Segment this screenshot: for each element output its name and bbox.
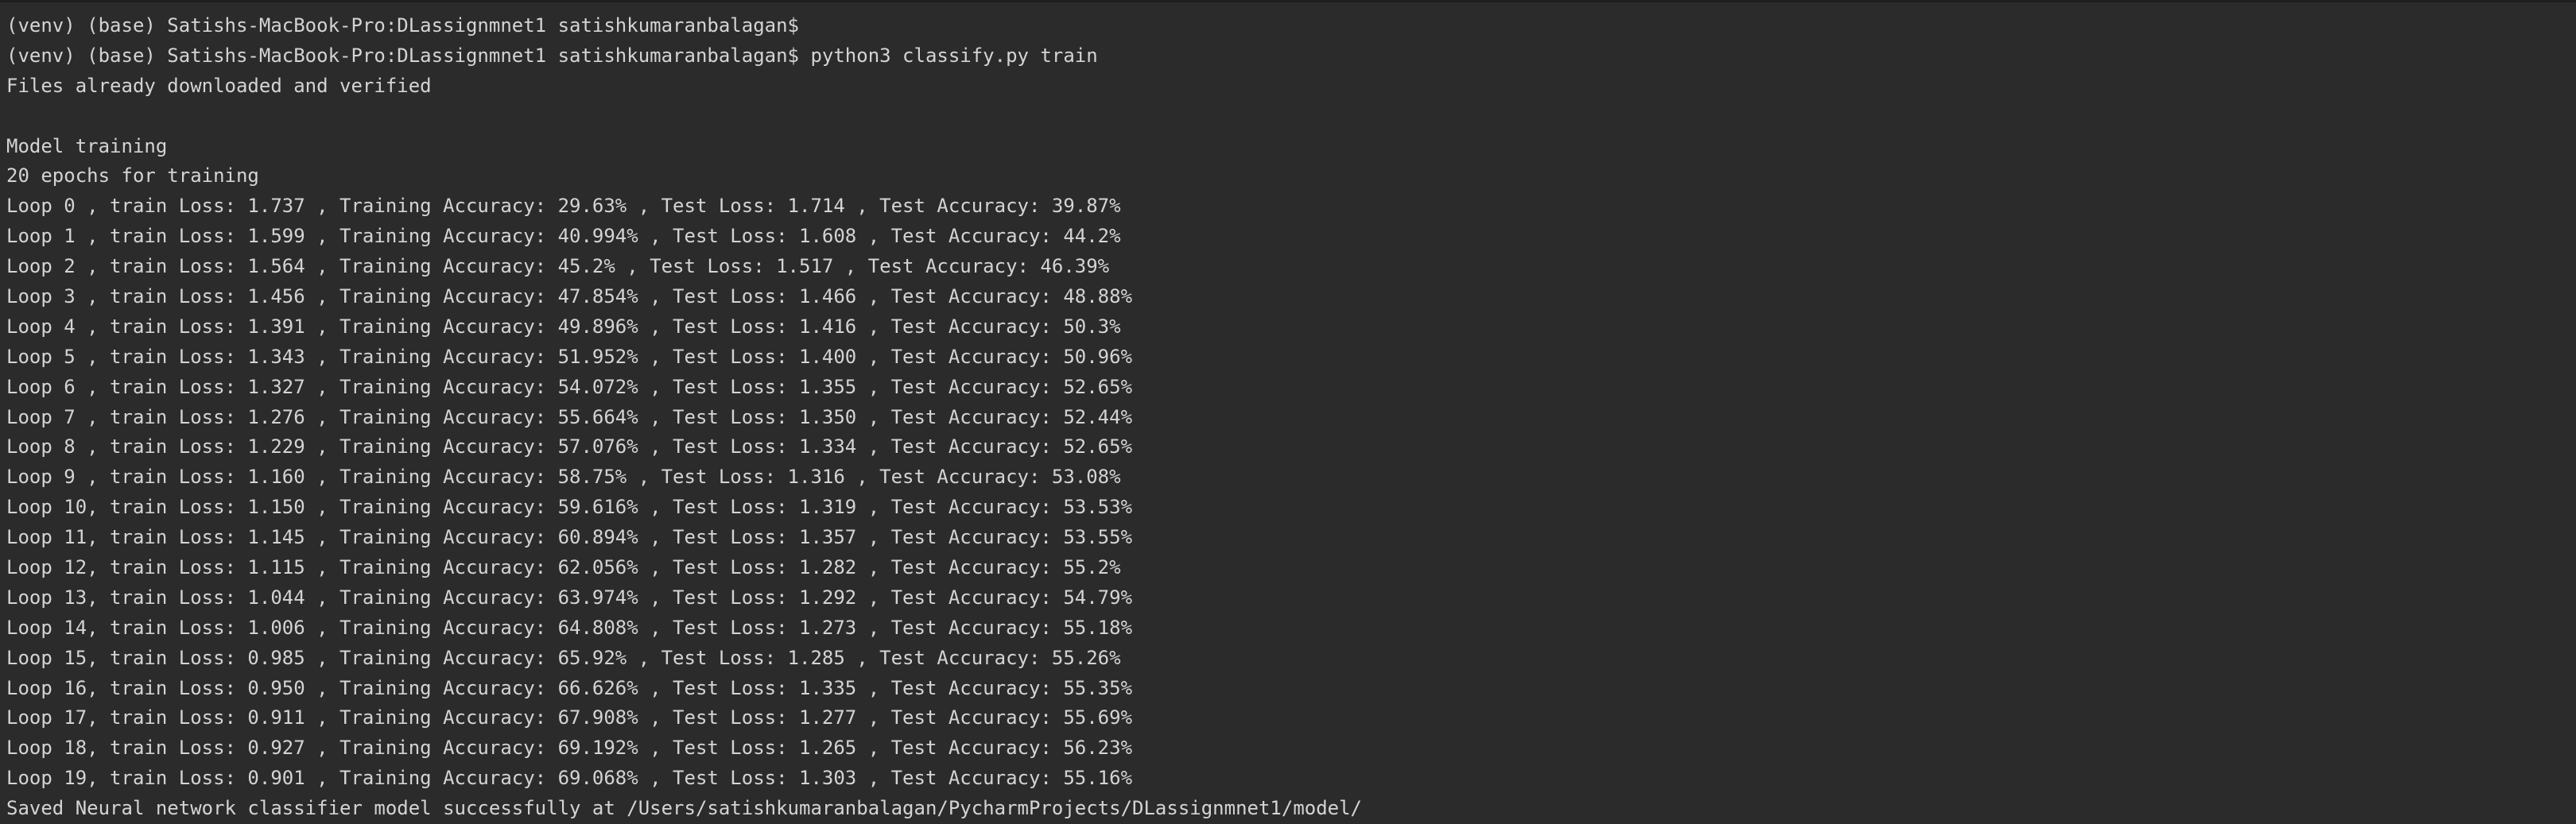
training-log-line: Loop 11, train Loss: 1.145 , Training Ac… [6,526,1133,549]
training-log-line: Loop 10, train Loss: 1.150 , Training Ac… [6,496,1133,519]
training-log-line: Loop 14, train Loss: 1.006 , Training Ac… [6,616,1133,639]
output-line: Saved Neural network classifier model su… [6,797,1363,820]
output-line: Files already downloaded and verified [6,74,432,97]
output-line: 20 epochs for training [6,164,259,188]
training-log-line: Loop 1 , train Loss: 1.599 , Training Ac… [6,225,1121,248]
training-log-line: Loop 7 , train Loss: 1.276 , Training Ac… [6,405,1133,428]
training-log-line: Loop 9 , train Loss: 1.160 , Training Ac… [6,466,1121,489]
training-log-line: Loop 4 , train Loss: 1.391 , Training Ac… [6,315,1121,338]
training-log-line: Loop 18, train Loss: 0.927 , Training Ac… [6,737,1133,760]
prompt-line: (venv) (base) Satishs-MacBook-Pro:DLassi… [6,14,799,37]
terminal-output[interactable]: (venv) (base) Satishs-MacBook-Pro:DLassi… [6,11,2566,824]
output-line: Model training [6,134,168,157]
training-log-line: Loop 8 , train Loss: 1.229 , Training Ac… [6,435,1133,458]
training-log-line: Loop 6 , train Loss: 1.327 , Training Ac… [6,375,1133,398]
training-log-line: Loop 5 , train Loss: 1.343 , Training Ac… [6,345,1133,368]
training-log-line: Loop 13, train Loss: 1.044 , Training Ac… [6,586,1133,609]
training-log-line: Loop 2 , train Loss: 1.564 , Training Ac… [6,255,1110,278]
training-log-line: Loop 0 , train Loss: 1.737 , Training Ac… [6,195,1121,218]
training-log-line: Loop 15, train Loss: 0.985 , Training Ac… [6,646,1121,669]
training-log-line: Loop 3 , train Loss: 1.456 , Training Ac… [6,285,1133,308]
training-log-line: Loop 19, train Loss: 0.901 , Training Ac… [6,767,1133,790]
command-line: (venv) (base) Satishs-MacBook-Pro:DLassi… [6,44,1098,67]
training-log-line: Loop 12, train Loss: 1.115 , Training Ac… [6,556,1121,579]
window-top-border [0,0,2576,2]
training-log-line: Loop 17, train Loss: 0.911 , Training Ac… [6,706,1133,729]
training-log-line: Loop 16, train Loss: 0.950 , Training Ac… [6,676,1133,699]
